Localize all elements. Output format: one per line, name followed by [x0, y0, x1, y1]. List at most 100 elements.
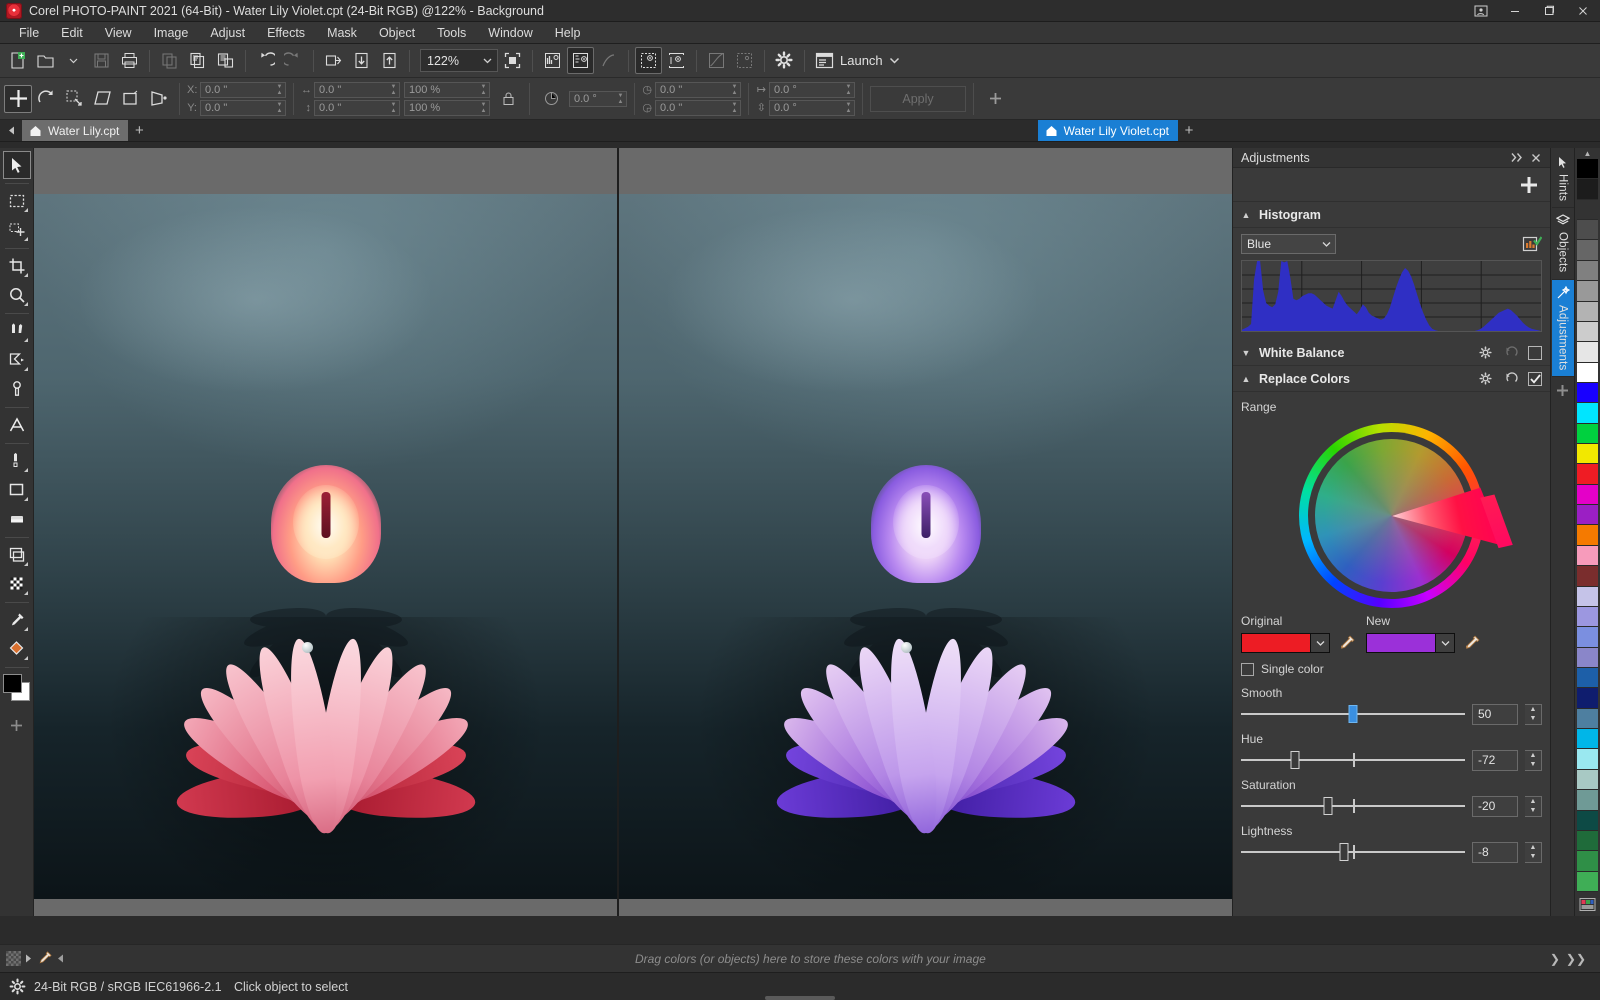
- status-settings-icon[interactable]: [0, 978, 34, 995]
- scale-tool-icon[interactable]: [60, 85, 88, 113]
- transparency-checker-tool[interactable]: [3, 570, 31, 598]
- brush-tool[interactable]: [3, 317, 31, 345]
- original-color-dropdown-icon[interactable]: [1310, 634, 1329, 652]
- histogram-channel-select[interactable]: Blue: [1241, 234, 1336, 254]
- zoom-level-combo[interactable]: 122%: [420, 49, 498, 72]
- palette-bar-next-icon[interactable]: [24, 953, 33, 964]
- skew-tool-icon[interactable]: [88, 85, 116, 113]
- y-spinner[interactable]: ▼▲: [274, 101, 285, 115]
- user-account-icon[interactable]: [1464, 0, 1498, 22]
- saturation-value-input[interactable]: -20: [1472, 796, 1518, 817]
- save-document-icon[interactable]: [88, 47, 115, 74]
- palette-swatch[interactable]: [1577, 220, 1598, 240]
- chevron-down-icon[interactable]: [477, 56, 497, 65]
- palette-swatch[interactable]: [1577, 424, 1598, 444]
- rail-tab-adjustments[interactable]: Adjustments: [1552, 280, 1574, 377]
- smooth-slider[interactable]: [1241, 703, 1465, 725]
- white-balance-settings-icon[interactable]: [1476, 344, 1494, 362]
- white-balance-section-header[interactable]: ▼ White Balance: [1233, 340, 1550, 366]
- clone-tool[interactable]: [3, 375, 31, 403]
- width-spinner[interactable]: ▼▲: [388, 83, 399, 97]
- palette-swatch[interactable]: [1577, 383, 1598, 403]
- smooth-value-input[interactable]: 50: [1472, 704, 1518, 725]
- anchor-y-spinner[interactable]: ▼▲: [729, 101, 740, 115]
- lightness-spinner[interactable]: ▲▼: [1525, 842, 1542, 863]
- palette-swatch[interactable]: [1577, 587, 1598, 607]
- palette-swatch[interactable]: [1577, 688, 1598, 708]
- open-document-icon[interactable]: [32, 47, 59, 74]
- palette-eyedropper-icon[interactable]: [36, 950, 53, 967]
- scale-width-input[interactable]: 100 % ▼▲: [404, 82, 490, 98]
- apply-button[interactable]: Apply: [870, 86, 966, 112]
- document-tab-water-lily[interactable]: Water Lily.cpt: [22, 120, 128, 141]
- saturation-slider[interactable]: [1241, 795, 1465, 817]
- height-spinner[interactable]: ▼▲: [388, 101, 399, 115]
- palette-swatch[interactable]: [1577, 546, 1598, 566]
- white-balance-reset-icon[interactable]: [1502, 344, 1520, 362]
- palette-nav-end-icon[interactable]: ❯❯: [1566, 952, 1586, 966]
- preview-after-icon[interactable]: [663, 47, 690, 74]
- add-adjustment-icon[interactable]: [1518, 174, 1540, 196]
- hue-spinner[interactable]: ▲▼: [1525, 750, 1542, 771]
- skew-x-spinner[interactable]: ▼▲: [843, 83, 854, 97]
- smooth-slider-handle[interactable]: [1349, 705, 1358, 723]
- x-position-input[interactable]: 0.0 " ▼▲: [200, 82, 286, 98]
- histogram-section-header[interactable]: ▲ Histogram: [1233, 202, 1550, 228]
- position-tool-icon[interactable]: [4, 85, 32, 113]
- menu-object[interactable]: Object: [368, 23, 426, 43]
- color-swatches[interactable]: [2, 673, 32, 703]
- menu-help[interactable]: Help: [544, 23, 592, 43]
- rail-add-docker[interactable]: [1552, 377, 1574, 404]
- rotation-spinner[interactable]: ▼▲: [615, 92, 626, 106]
- plus-icon[interactable]: [1555, 383, 1570, 398]
- document-tab-water-lily-violet[interactable]: Water Lily Violet.cpt: [1038, 120, 1178, 141]
- palette-swatch[interactable]: [1577, 505, 1598, 525]
- cut-icon[interactable]: [156, 47, 183, 74]
- palette-swatch[interactable]: [1577, 525, 1598, 545]
- fill-tool[interactable]: [3, 635, 31, 663]
- palette-swatch[interactable]: [1577, 709, 1598, 729]
- histogram-refresh-icon[interactable]: [1522, 235, 1542, 254]
- menu-window[interactable]: Window: [477, 23, 543, 43]
- palette-swatch[interactable]: [1577, 790, 1598, 810]
- new-document-icon[interactable]: [4, 47, 31, 74]
- skew-y-spinner[interactable]: ▼▲: [843, 101, 854, 115]
- export-down-icon[interactable]: [348, 47, 375, 74]
- copy-icon[interactable]: [184, 47, 211, 74]
- hue-value-input[interactable]: -72: [1472, 750, 1518, 771]
- chevron-down-icon[interactable]: [1317, 240, 1335, 248]
- document-view-violet[interactable]: [619, 148, 1232, 916]
- color-range-wheel[interactable]: [1299, 423, 1484, 608]
- anchor-x-spinner[interactable]: ▼▲: [729, 83, 740, 97]
- skew-x-input[interactable]: 0.0 ° ▼▲: [769, 82, 855, 98]
- scale-height-input[interactable]: 100 % ▼▲: [404, 100, 490, 116]
- palette-swatch[interactable]: [1577, 444, 1598, 464]
- menu-view[interactable]: View: [94, 23, 143, 43]
- add-tool-icon[interactable]: [3, 711, 31, 739]
- maximize-button[interactable]: [1532, 0, 1566, 22]
- rotation-input[interactable]: 0.0 ° ▼▲: [569, 91, 627, 107]
- foreground-color-swatch[interactable]: [3, 674, 22, 693]
- palette-swatch[interactable]: [1577, 200, 1598, 220]
- palette-swatch[interactable]: [1577, 749, 1598, 769]
- original-color-picker[interactable]: [1241, 633, 1330, 653]
- palette-swatch[interactable]: [1577, 159, 1598, 179]
- paint-tool[interactable]: [3, 447, 31, 475]
- image-original[interactable]: [34, 194, 617, 899]
- color-proof-icon[interactable]: [595, 47, 622, 74]
- palette-swatch[interactable]: [1577, 464, 1598, 484]
- zoom-to-fit-icon[interactable]: [499, 47, 526, 74]
- scale-width-spinner[interactable]: ▼▲: [478, 83, 489, 97]
- palette-swatch[interactable]: [1577, 607, 1598, 627]
- palette-swatch[interactable]: [1577, 729, 1598, 749]
- rectangle-mask-tool[interactable]: [3, 187, 31, 215]
- crop-tool[interactable]: [3, 252, 31, 280]
- palette-swatch[interactable]: [1577, 566, 1598, 586]
- palette-swatch[interactable]: [1577, 281, 1598, 301]
- original-color-swatch[interactable]: [1242, 634, 1310, 652]
- anchor-x-input[interactable]: 0.0 " ▼▲: [655, 82, 741, 98]
- new-tab-active-icon[interactable]: +: [1178, 120, 1200, 141]
- eyedropper-tool[interactable]: [3, 606, 31, 634]
- no-color-icon[interactable]: [6, 951, 21, 966]
- undo-icon[interactable]: [252, 47, 279, 74]
